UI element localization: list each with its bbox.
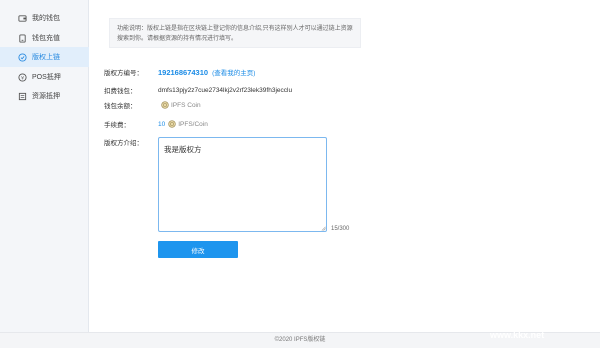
intro-char-counter: 15/300 <box>331 226 350 232</box>
intro-row: 版权方介绍： <box>104 136 158 148</box>
fee-row: 手续费： 10 IPFS/Coin <box>104 118 208 130</box>
balance-row: 钱包余额： IPFS Coin <box>104 99 201 111</box>
sidebar-item-label: 资源抵押 <box>32 93 60 100</box>
sidebar-item-resource[interactable]: 资源抵押 <box>0 86 89 106</box>
sidebar-item-label: 钱包充值 <box>32 35 60 42</box>
sidebar-item-my-wallet[interactable]: 我的钱包 <box>0 8 89 28</box>
pos-icon: ¥ <box>18 72 27 82</box>
coin-icon <box>161 101 169 109</box>
intro-label: 版权方介绍： <box>104 140 143 147</box>
fee-coin: IPFS/Coin <box>168 120 208 128</box>
balance-unit: IPFS Coin <box>171 101 201 109</box>
modify-button[interactable]: 修改 <box>158 241 238 258</box>
fee-unit: IPFS/Coin <box>178 120 208 128</box>
watermark: KK下载 www.kkx.net <box>478 292 596 344</box>
copyright-chain-icon <box>18 52 27 62</box>
balance-coin: IPFS Coin <box>161 101 201 109</box>
resource-icon <box>18 92 27 101</box>
deduct-wallet-row: 扣费钱包： dmfs13pjy2z7cue2734lkj2v2rf23lek39… <box>104 84 292 96</box>
sidebar-item-label: 我的钱包 <box>32 15 60 22</box>
sidebar: 我的钱包 钱包充值 版权上链 ¥ POS抵押 资源抵押 <box>0 0 89 332</box>
fee-label: 手续费： <box>104 122 130 129</box>
intro-textarea[interactable] <box>158 137 327 232</box>
deduct-wallet-value: dmfs13pjy2z7cue2734lkj2v2rf23lek39fh3jec… <box>158 86 293 94</box>
balance-label: 钱包余额： <box>104 103 137 110</box>
sidebar-item-label: POS抵押 <box>32 74 61 81</box>
owner-id-row: 版权方编号： 192168674310 (查看我的主页) <box>104 66 255 78</box>
wallet-icon <box>18 14 27 23</box>
owner-id-label: 版权方编号： <box>104 70 143 77</box>
sidebar-item-pos[interactable]: ¥ POS抵押 <box>0 67 89 87</box>
fee-value: 10 <box>158 120 166 128</box>
svg-text:¥: ¥ <box>21 75 24 81</box>
watermark-url: www.kkx.net <box>490 330 545 340</box>
function-notice: 功能说明：版权上链是指在区块链上登记你的信息介绍,只有这样别人才可以通过链上资源… <box>109 18 361 48</box>
owner-id-value: 192168674310 <box>158 67 209 77</box>
coin-icon <box>168 120 176 128</box>
deduct-wallet-label: 扣费钱包： <box>104 88 137 95</box>
sidebar-item-label: 版权上链 <box>32 54 60 61</box>
main-content: 功能说明：版权上链是指在区块链上登记你的信息介绍,只有这样别人才可以通过链上资源… <box>89 0 600 332</box>
sidebar-item-copyright-chain[interactable]: 版权上链 <box>0 47 89 67</box>
sidebar-item-recharge[interactable]: 钱包充值 <box>0 28 89 48</box>
recharge-icon <box>18 33 27 43</box>
resize-handle-icon[interactable] <box>321 226 326 231</box>
view-homepage-link[interactable]: (查看我的主页) <box>212 67 255 77</box>
